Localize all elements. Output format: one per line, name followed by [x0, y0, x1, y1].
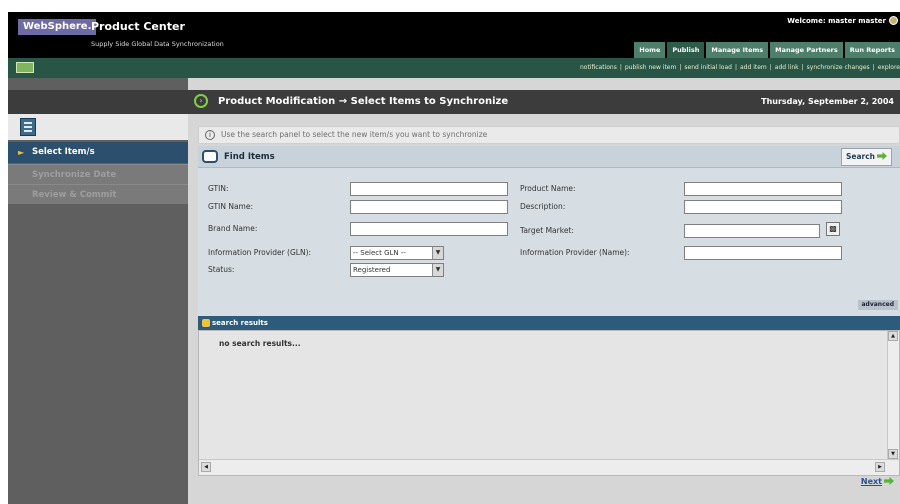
info-provider-gln-label: Information Provider (GLN): [208, 248, 312, 257]
publish-icon [16, 62, 34, 73]
green-arrow-icon [884, 477, 894, 485]
user-icon[interactable] [889, 16, 898, 25]
instruction-row: i Use the search panel to select the new… [198, 126, 900, 144]
gtin-name-input[interactable] [350, 200, 508, 214]
description-label: Description: [520, 202, 566, 211]
product-subtitle: Supply Side Global Data Synchronization [91, 40, 224, 48]
tab-run-reports[interactable]: Run Reports [844, 42, 900, 58]
speech-bubble-icon [202, 150, 218, 163]
scroll-left-icon[interactable]: ◀ [201, 462, 211, 472]
find-items-title: Find Items [224, 152, 275, 162]
main-content: › Product Modification → Select Items to… [188, 78, 900, 504]
app-header: WebSphere. Product Center Supply Side Gl… [8, 12, 900, 58]
picker-icon[interactable]: ▩ [826, 222, 840, 236]
step-select-items[interactable]: ► Select Item/s [8, 142, 188, 163]
websphere-logo: WebSphere. [18, 19, 97, 35]
page-title-bar: › Product Modification → Select Items to… [188, 90, 900, 114]
scroll-down-icon[interactable]: ▼ [888, 449, 898, 459]
tab-manage-items[interactable]: Manage Items [706, 42, 769, 58]
current-step-arrow-icon: ► [18, 148, 25, 157]
info-provider-name-input[interactable] [684, 246, 842, 260]
subnav-links: notifications | publish new item | send init… [579, 64, 900, 71]
search-results-title: search results [212, 319, 268, 327]
info-provider-name-label: Information Provider (Name): [520, 248, 630, 257]
brand-name-input[interactable] [350, 222, 508, 236]
product-name-label: Product Name: [520, 184, 576, 193]
link-add-link[interactable]: add link [775, 64, 799, 71]
gtin-name-label: GTIN Name: [208, 202, 253, 211]
search-results-icon [202, 319, 210, 327]
step-label: Select Item/s [32, 147, 95, 157]
step-synchronize-date: Synchronize Date [8, 164, 188, 184]
no-results-text: no search results... [219, 339, 301, 348]
status-select[interactable]: Registered ▼ [350, 263, 444, 277]
step-label: Review & Commit [32, 190, 117, 200]
tab-manage-partners[interactable]: Manage Partners [770, 42, 843, 58]
instruction-text: Use the search panel to select the new i… [221, 130, 488, 139]
green-arrow-icon [877, 152, 887, 160]
sidebar-icon-row [8, 114, 188, 140]
info-icon: i [205, 130, 215, 140]
status-label: Status: [208, 265, 235, 274]
search-form: GTIN: GTIN Name: Brand Name: Information… [198, 168, 900, 316]
chevron-down-icon: ▼ [432, 247, 443, 259]
scroll-right-icon[interactable]: ▶ [875, 462, 885, 472]
advanced-toggle[interactable]: advanced [857, 300, 898, 310]
brand-name-label: Brand Name: [208, 224, 258, 233]
find-items-bar: Find Items Search [198, 146, 900, 168]
gtin-label: GTIN: [208, 184, 229, 193]
horizontal-scrollbar[interactable]: ◀ ▶ [199, 459, 899, 475]
step-label: Synchronize Date [32, 170, 117, 180]
gtin-input[interactable] [350, 182, 508, 196]
forward-circle-icon: › [194, 94, 208, 108]
link-notifications[interactable]: notifications [580, 64, 617, 71]
sidebar-header [8, 90, 188, 114]
wizard-sidebar: ► Select Item/s Synchronize Date Review … [8, 78, 188, 504]
link-explore[interactable]: explore [878, 64, 900, 71]
product-name: Product Center [91, 20, 185, 33]
vertical-scrollbar[interactable]: ▲ ▼ [887, 331, 899, 459]
page-title: Product Modification → Select Items to S… [218, 96, 509, 107]
scroll-up-icon[interactable]: ▲ [888, 331, 898, 341]
tab-home[interactable]: Home [634, 42, 666, 58]
search-results-panel: no search results... ▲ ▼ ◀ ▶ [198, 330, 900, 476]
search-button[interactable]: Search [840, 148, 892, 166]
next-button[interactable]: Next [861, 476, 894, 488]
main-nav: Home Publish Manage Items Manage Partner… [632, 42, 900, 58]
link-publish-new-item[interactable]: publish new item [625, 64, 676, 71]
chevron-down-icon: ▼ [432, 264, 443, 276]
status-select-value: Registered [353, 266, 391, 274]
step-review-commit: Review & Commit [8, 184, 188, 204]
target-market-label: Target Market: [520, 226, 574, 235]
link-synchronize-changes[interactable]: synchronize changes [807, 64, 870, 71]
tab-publish[interactable]: Publish [667, 42, 705, 58]
sub-navigation: notifications | publish new item | send init… [8, 58, 900, 78]
gln-select-value: -- Select GLN -- [353, 249, 406, 257]
product-name-input[interactable] [684, 182, 842, 196]
welcome-text: Welcome: master master [787, 17, 886, 25]
link-add-item[interactable]: add item [740, 64, 767, 71]
gln-select[interactable]: -- Select GLN -- ▼ [350, 246, 444, 260]
next-label: Next [860, 477, 882, 486]
current-date: Thursday, September 2, 2004 [761, 97, 894, 106]
link-send-initial-load[interactable]: send initial load [684, 64, 732, 71]
target-market-input[interactable] [684, 224, 820, 238]
search-label: Search [845, 152, 875, 161]
search-results-bar: search results [198, 316, 900, 330]
description-input[interactable] [684, 200, 842, 214]
document-icon [20, 118, 36, 136]
